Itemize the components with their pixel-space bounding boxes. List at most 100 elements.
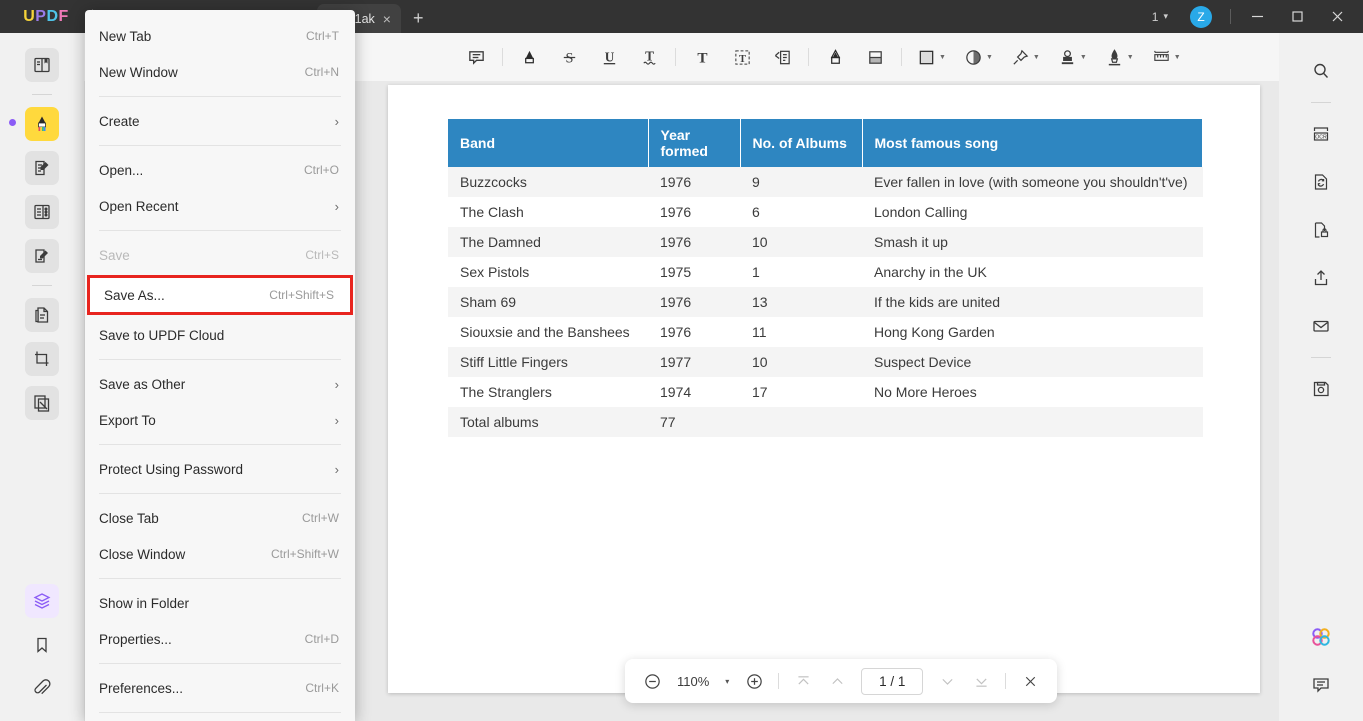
next-page-button[interactable] <box>932 666 962 696</box>
sidebar-item-bookmark[interactable] <box>25 628 59 662</box>
comment-tool[interactable] <box>461 42 491 72</box>
menu-item-save-as-other[interactable]: Save as Other› <box>85 366 355 402</box>
updf-logo: UPDF <box>0 8 88 26</box>
signature-tool[interactable]: ▼ <box>1101 42 1138 72</box>
maximize-button[interactable] <box>1277 0 1317 33</box>
close-zoom-toolbar-button[interactable] <box>1015 666 1045 696</box>
pin-tool[interactable]: ▼ <box>1007 42 1044 72</box>
first-page-button[interactable] <box>788 666 818 696</box>
menu-item-label: Export To <box>99 413 335 428</box>
menu-item-shortcut: Ctrl+S <box>305 248 339 262</box>
menu-item-preferences[interactable]: Preferences...Ctrl+K <box>85 670 355 706</box>
callout-tool[interactable] <box>767 42 797 72</box>
strikethrough-tool[interactable]: S <box>554 42 584 72</box>
menu-item-label: Protect Using Password <box>99 462 335 477</box>
sidebar-divider <box>32 94 52 95</box>
close-window-button[interactable] <box>1317 0 1357 33</box>
comments-panel-icon[interactable] <box>1304 668 1338 702</box>
zoom-level-label[interactable]: 110% <box>671 674 715 689</box>
convert-icon[interactable] <box>1304 165 1338 199</box>
table-header: Band Year formed No. of Albums Most famo… <box>448 119 1203 167</box>
chevron-down-icon[interactable]: ▾ <box>719 677 735 686</box>
table-cell: Ever fallen in love (with someone you sh… <box>862 167 1203 197</box>
sidebar-item-convert-pdf[interactable] <box>25 298 59 332</box>
sidebar-item-fill-and-sign[interactable] <box>25 239 59 273</box>
page-indicator[interactable]: 1 / 1 <box>861 668 923 695</box>
sticker-tool[interactable]: ▼ <box>960 42 997 72</box>
menu-item-new-window[interactable]: New WindowCtrl+N <box>85 54 355 90</box>
new-tab-button[interactable]: + <box>401 9 436 27</box>
search-icon[interactable] <box>1304 54 1338 88</box>
text-box-tool[interactable]: T <box>727 42 757 72</box>
menu-divider <box>99 663 341 664</box>
menu-item-show-in-folder[interactable]: Show in Folder <box>85 585 355 621</box>
sidebar-item-compare[interactable] <box>25 386 59 420</box>
menu-item-close-window[interactable]: Close WindowCtrl+Shift+W <box>85 536 355 572</box>
table-row: Siouxsie and the Banshees197611Hong Kong… <box>448 317 1203 347</box>
close-icon[interactable]: × <box>383 12 391 26</box>
pencil-tool[interactable] <box>820 42 850 72</box>
squiggly-tool[interactable]: T <box>634 42 664 72</box>
eraser-tool[interactable] <box>860 42 890 72</box>
shapes-tool[interactable]: ▼ <box>913 42 950 72</box>
ai-assistant-icon[interactable] <box>1304 620 1338 654</box>
chevron-down-icon: ▼ <box>986 54 993 61</box>
toolbar-divider-2 <box>675 48 676 66</box>
avatar[interactable]: Z <box>1190 6 1212 28</box>
underline-tool[interactable]: U <box>594 42 624 72</box>
menu-item-protect-using-password[interactable]: Protect Using Password› <box>85 451 355 487</box>
protect-icon[interactable] <box>1304 213 1338 247</box>
ocr-icon[interactable]: OCR <box>1304 117 1338 151</box>
table-cell: Smash it up <box>862 227 1203 257</box>
text-tool[interactable]: T <box>687 42 717 72</box>
sidebar-item-attachment[interactable] <box>25 672 59 706</box>
chevron-right-icon: › <box>335 114 339 129</box>
sidebar-divider-2 <box>32 285 52 286</box>
svg-text:U: U <box>604 49 614 64</box>
highlight-tool[interactable] <box>514 42 544 72</box>
active-indicator-dot <box>9 119 16 126</box>
zoom-in-button[interactable] <box>739 666 769 696</box>
menu-item-close-tab[interactable]: Close TabCtrl+W <box>85 500 355 536</box>
zoom-out-button[interactable] <box>637 666 667 696</box>
menu-item-open[interactable]: Open...Ctrl+O <box>85 152 355 188</box>
menu-divider <box>99 493 341 494</box>
table-cell: Anarchy in the UK <box>862 257 1203 287</box>
minimize-button[interactable] <box>1237 0 1277 33</box>
sidebar-item-crop[interactable] <box>25 342 59 376</box>
sidebar-item-page-organize[interactable] <box>25 195 59 229</box>
table-cell: 1975 <box>648 257 740 287</box>
file-menu[interactable]: New TabCtrl+TNew WindowCtrl+N Create› Open… <box>85 10 355 721</box>
share-icon[interactable] <box>1304 261 1338 295</box>
save-icon[interactable] <box>1304 372 1338 406</box>
chevron-down-icon: ▼ <box>1174 54 1181 61</box>
sidebar-item-annotate[interactable] <box>25 107 59 141</box>
stamp-tool[interactable]: ▼ <box>1054 42 1091 72</box>
table-cell: If the kids are united <box>862 287 1203 317</box>
menu-item-export-to[interactable]: Export To› <box>85 402 355 438</box>
menu-item-new-tab[interactable]: New TabCtrl+T <box>85 18 355 54</box>
last-page-button[interactable] <box>966 666 996 696</box>
menu-item-save-to-updf-cloud[interactable]: Save to UPDF Cloud <box>85 317 355 353</box>
right-sidebar-divider-1 <box>1311 102 1331 103</box>
table-cell: 13 <box>740 287 862 317</box>
menu-item-create[interactable]: Create› <box>85 103 355 139</box>
table-body: Buzzcocks19769Ever fallen in love (with … <box>448 167 1203 437</box>
menu-item-save-as[interactable]: Save As...Ctrl+Shift+S <box>87 275 353 315</box>
window-count-selector[interactable]: 1 ▾ <box>1142 10 1178 24</box>
previous-page-button[interactable] <box>822 666 852 696</box>
sidebar-item-edit-pdf[interactable] <box>25 151 59 185</box>
measure-tool[interactable]: ▼ <box>1148 42 1185 72</box>
chevron-right-icon: › <box>335 413 339 428</box>
table-row: Sham 69197613If the kids are united <box>448 287 1203 317</box>
table-row: Stiff Little Fingers197710Suspect Device <box>448 347 1203 377</box>
menu-item-label: New Window <box>99 65 305 80</box>
column-header-band: Band <box>448 119 648 167</box>
menu-item-properties[interactable]: Properties...Ctrl+D <box>85 621 355 657</box>
menu-item-open-recent[interactable]: Open Recent› <box>85 188 355 224</box>
sidebar-item-reader[interactable] <box>25 48 59 82</box>
svg-text:T: T <box>739 53 746 64</box>
menu-divider <box>99 145 341 146</box>
email-icon[interactable] <box>1304 309 1338 343</box>
sidebar-item-ai-layers[interactable] <box>25 584 59 618</box>
